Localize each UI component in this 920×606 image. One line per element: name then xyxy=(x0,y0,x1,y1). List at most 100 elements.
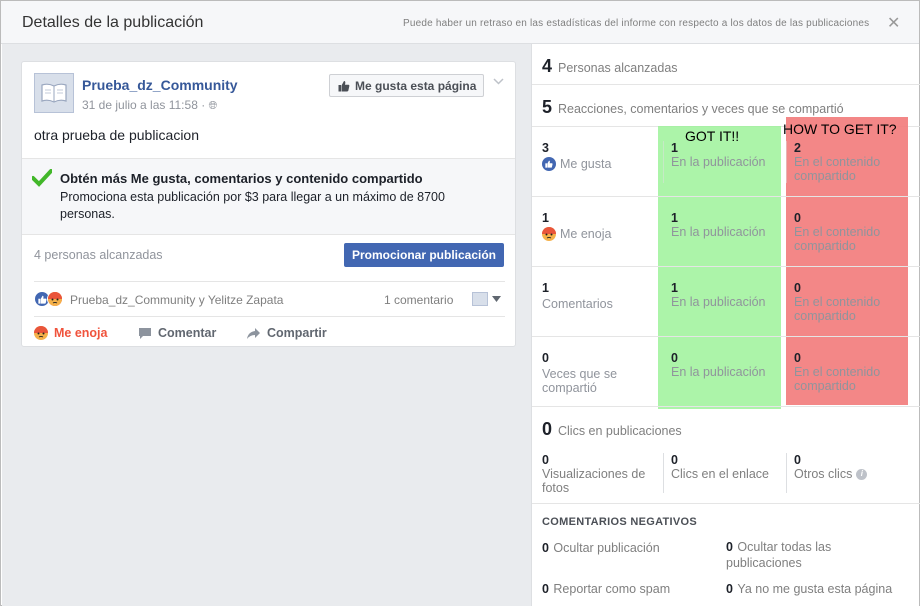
hide-all-number: 0 xyxy=(726,540,733,554)
angry-on-post-label: En la publicación xyxy=(671,225,766,239)
breakdown-row-angry: 1 Me enoja 1 En la publicación 0 En el c… xyxy=(532,197,920,267)
post-text: otra prueba de publicacion xyxy=(34,127,200,143)
likes-total: 3 Me gusta xyxy=(542,141,611,171)
reach-label: Personas alcanzadas xyxy=(558,61,678,75)
promo-description: Promociona esta publicación por $3 para … xyxy=(60,190,445,221)
photo-views: 0 Visualizaciones de fotos xyxy=(542,453,657,495)
comments-shared-label: En el contenido compartido xyxy=(794,295,881,323)
post-preview-pane: Prueba_dz_Community 31 de julio a las 11… xyxy=(2,44,531,606)
reach-number: 4 xyxy=(542,56,553,76)
angry-shared-label: En el contenido compartido xyxy=(794,225,881,253)
like-page-button[interactable]: Me gusta esta página xyxy=(329,74,484,97)
breakdown-row-likes: 3 Me gusta 1 En la publicación 2 En el c… xyxy=(532,127,920,197)
hide-all-stat: 0 Ocultar todas las publicaciones xyxy=(726,539,906,571)
negative-feedback-title: COMENTARIOS NEGATIVOS xyxy=(542,516,698,528)
chevron-down-icon[interactable] xyxy=(493,74,504,88)
like-small-icon xyxy=(542,157,556,171)
like-page-label: Me gusta esta página xyxy=(355,78,477,93)
engagement-number: 5 xyxy=(542,97,553,117)
divider xyxy=(786,141,787,183)
caret-down-icon xyxy=(492,296,501,302)
reaction-button[interactable]: Me enoja xyxy=(34,326,108,340)
likes-shared: 2 En el contenido compartido xyxy=(794,141,904,183)
engagement-label: Reacciones, comentarios y veces que se c… xyxy=(558,102,844,116)
link-clicks: 0 Clics en el enlace xyxy=(671,453,769,481)
comments-shared-number: 0 xyxy=(794,281,801,295)
divider xyxy=(34,316,505,317)
breakdown-row-comments: 1 Comentarios 1 En la publicación 0 En e… xyxy=(532,267,920,337)
shares-shared: 0 En el contenido compartido xyxy=(794,351,904,393)
link-clicks-label: Clics en el enlace xyxy=(671,467,769,481)
angry-label: Me enoja xyxy=(560,227,612,241)
comments-on-post: 1 En la publicación xyxy=(671,281,766,309)
divider xyxy=(663,141,664,183)
report-spam-label: Reportar como spam xyxy=(553,582,671,596)
divider xyxy=(663,453,664,493)
thumbs-up-icon xyxy=(338,80,350,91)
close-icon[interactable]: ✕ xyxy=(887,13,900,33)
report-spam-number: 0 xyxy=(542,582,549,596)
page-avatar[interactable] xyxy=(34,73,74,113)
checkmark-icon xyxy=(31,169,53,192)
post-card: Prueba_dz_Community 31 de julio a las 11… xyxy=(21,61,516,347)
photo-views-number: 0 xyxy=(542,453,549,467)
reactors-names[interactable]: Prueba_dz_Community y Yelitze Zapata xyxy=(70,293,283,307)
angry-on-post-number: 1 xyxy=(671,211,678,225)
comments-total: 1 Comentarios xyxy=(542,281,613,311)
shares-label: Veces que se compartió xyxy=(542,367,618,395)
stats-pane: 4 Personas alcanzadas 5 Reacciones, come… xyxy=(531,44,920,606)
hide-post-stat: 0 Ocultar publicación xyxy=(542,539,660,557)
stats-delay-note: Puede haber un retraso en las estadístic… xyxy=(403,18,870,29)
likes-on-post-label: En la publicación xyxy=(671,155,766,169)
likes-total-number: 3 xyxy=(542,141,549,155)
info-icon[interactable]: i xyxy=(856,468,868,480)
share-as-selector[interactable] xyxy=(472,292,501,306)
likes-on-post: 1 En la publicación xyxy=(671,141,766,169)
clicks-number: 0 xyxy=(542,419,553,439)
comments-shared: 0 En el contenido compartido xyxy=(794,281,904,323)
shares-on-post-number: 0 xyxy=(671,351,678,365)
shares-on-post-label: En la publicación xyxy=(671,365,766,379)
other-clicks-label: Otros clics xyxy=(794,467,853,481)
promo-title: Obtén más Me gusta, comentarios y conten… xyxy=(60,171,423,186)
angry-total-number: 1 xyxy=(542,211,549,225)
report-spam-stat: 0 Reportar como spam xyxy=(542,580,670,598)
book-icon xyxy=(41,83,67,103)
likes-shared-label: En el contenido compartido xyxy=(794,155,881,183)
share-button[interactable]: Compartir xyxy=(246,326,327,340)
negative-feedback-section: COMENTARIOS NEGATIVOS 0 Ocultar publicac… xyxy=(532,504,920,606)
shares-shared-label: En el contenido compartido xyxy=(794,365,881,393)
dialog-header: Detalles de la publicación Puede haber u… xyxy=(1,1,919,44)
hide-all-label: Ocultar todas las publicaciones xyxy=(726,540,832,570)
clicks-label: Clics en publicaciones xyxy=(558,424,682,438)
comments-on-post-label: En la publicación xyxy=(671,295,766,309)
shares-total-number: 0 xyxy=(542,351,549,365)
angry-reaction-icon xyxy=(47,291,63,307)
shares-on-post: 0 En la publicación xyxy=(671,351,766,379)
post-timestamp: 31 de julio a las 11:58 · 🌐︎ xyxy=(82,98,217,113)
unlike-page-stat: 0 Ya no me gusta esta página xyxy=(726,580,892,598)
divider xyxy=(34,281,505,282)
dialog-title: Detalles de la publicación xyxy=(22,14,204,31)
reach-stat: 4 Personas alcanzadas xyxy=(532,44,920,85)
post-reach: 4 personas alcanzadas xyxy=(34,248,163,262)
page-name-link[interactable]: Prueba_dz_Community xyxy=(82,77,238,93)
share-label: Compartir xyxy=(267,326,327,340)
angry-total: 1 Me enoja xyxy=(542,211,611,241)
comment-icon xyxy=(139,327,151,339)
comments-total-number: 1 xyxy=(542,281,549,295)
comment-button[interactable]: Comentar xyxy=(138,326,216,340)
photo-views-label: Visualizaciones de fotos xyxy=(542,467,646,495)
post-date-text: 31 de julio a las 11:58 · xyxy=(82,98,209,112)
post-details-dialog: Detalles de la publicación Puede haber u… xyxy=(0,0,920,606)
angry-face-icon xyxy=(34,326,48,340)
comment-count-link[interactable]: 1 comentario xyxy=(384,293,453,307)
reaction-icons[interactable] xyxy=(34,291,63,307)
promotion-box: Obtén más Me gusta, comentarios y conten… xyxy=(22,158,515,235)
likes-shared-number: 2 xyxy=(794,141,801,155)
promote-post-button[interactable]: Promocionar publicación xyxy=(344,243,504,267)
likes-label: Me gusta xyxy=(560,157,612,171)
other-clicks: 0 Otros clics i xyxy=(794,453,868,481)
angry-shared-number: 0 xyxy=(794,211,801,225)
clicks-stat: 0 Clics en publicaciones 0 Visualizacion… xyxy=(532,407,920,504)
